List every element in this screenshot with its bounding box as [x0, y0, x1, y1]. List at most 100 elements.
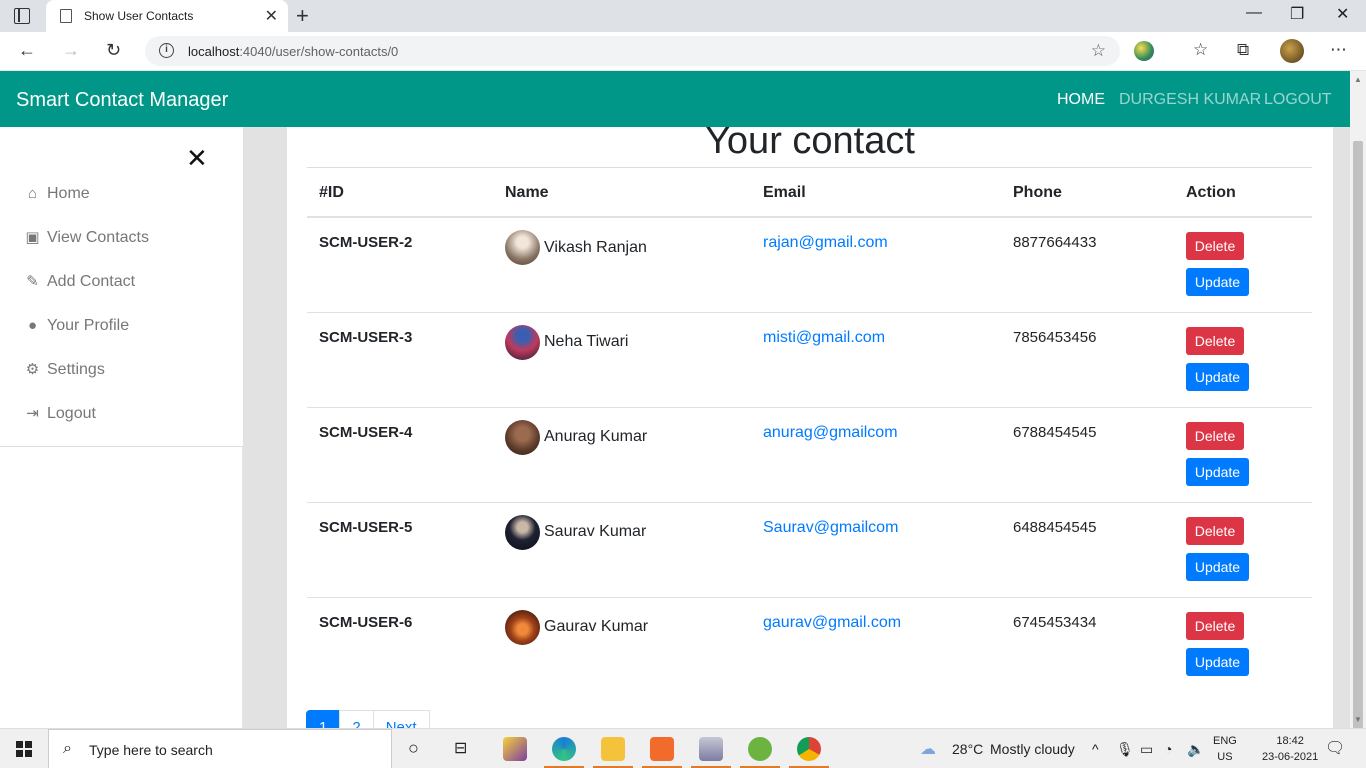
sidebar-item-settings[interactable]: ⚙ Settings: [24, 361, 105, 379]
language-indicator[interactable]: ENG US: [1213, 733, 1237, 765]
contact-email-cell: rajan@gmail.com: [751, 217, 1001, 312]
sign-out-icon: ⇥: [26, 405, 39, 422]
maximize-icon[interactable]: ❐: [1290, 4, 1304, 24]
nav-user-link[interactable]: DURGESH KUMAR: [1119, 91, 1261, 109]
add-favorite-icon[interactable]: ☆: [1091, 41, 1106, 61]
sidebar-item-add-contact[interactable]: ✎ Add Contact: [24, 273, 135, 291]
favorites-icon[interactable]: ☆: [1193, 40, 1208, 60]
battery-icon[interactable]: ▭: [1140, 741, 1153, 758]
cortana-icon[interactable]: ○: [408, 738, 419, 759]
contact-email-link[interactable]: Saurav@gmailcom: [763, 519, 898, 536]
next-page-link[interactable]: Next: [372, 710, 430, 728]
weather-temperature[interactable]: 28°C: [952, 741, 983, 757]
sidebar-item-home[interactable]: ⌂ Home: [24, 185, 90, 203]
page-1-link[interactable]: 1: [306, 710, 341, 728]
nav-home-link[interactable]: HOME: [1057, 91, 1105, 109]
sidebar-item-your-profile[interactable]: ● Your Profile: [24, 317, 129, 335]
contact-phone: 8877664433: [1013, 234, 1097, 251]
scroll-down-icon[interactable]: ▼: [1354, 715, 1362, 724]
windows-start-icon[interactable]: [16, 741, 32, 757]
contact-email-link[interactable]: anurag@gmailcom: [763, 424, 898, 441]
contact-actions: Delete Update: [1174, 217, 1312, 312]
delete-button[interactable]: Delete: [1186, 611, 1244, 640]
chrome-icon[interactable]: [797, 737, 821, 761]
delete-button[interactable]: Delete: [1186, 232, 1244, 260]
microphone-icon[interactable]: 🎙: [1116, 741, 1134, 758]
reload-icon[interactable]: ↻: [106, 40, 121, 61]
contact-actions: Delete Update: [1174, 596, 1312, 692]
taskbar-search-placeholder: Type here to search: [89, 742, 213, 758]
wifi-icon[interactable]: ◔: [1164, 741, 1172, 757]
task-view-icon[interactable]: ⊟: [454, 738, 467, 758]
update-button[interactable]: Update: [1186, 647, 1249, 676]
scroll-thumb[interactable]: [1353, 141, 1363, 736]
url-text: localhost:4040/user/show-contacts/0: [188, 44, 398, 59]
update-button[interactable]: Update: [1186, 362, 1249, 391]
update-button[interactable]: Update: [1186, 552, 1249, 581]
url-field[interactable]: i localhost:4040/user/show-contacts/0 ☆: [145, 36, 1120, 66]
minimize-icon[interactable]: —: [1246, 4, 1262, 22]
close-sidebar-icon[interactable]: ✕: [186, 145, 208, 171]
collections-icon[interactable]: ⧉: [1237, 40, 1249, 60]
brand-title[interactable]: Smart Contact Manager: [16, 89, 228, 112]
home-icon: ⌂: [27, 185, 38, 202]
contact-email-link[interactable]: misti@gmail.com: [763, 329, 885, 346]
contact-email-link[interactable]: rajan@gmail.com: [763, 234, 888, 251]
contact-name-cell: Saurav Kumar: [493, 501, 751, 597]
contact-email-cell: Saurav@gmailcom: [751, 501, 1001, 597]
update-button[interactable]: Update: [1186, 268, 1249, 296]
app-navbar: Smart Contact Manager HOME DURGESH KUMAR…: [0, 71, 1350, 127]
column-header-name: Name: [493, 168, 751, 218]
show-hidden-icons-icon[interactable]: ^: [1092, 741, 1099, 757]
contact-name-cell: Gaurav Kumar: [493, 596, 751, 692]
xampp-icon[interactable]: [650, 737, 674, 761]
contact-email-cell: misti@gmail.com: [751, 311, 1001, 407]
table-row: SCM-USER-5 Saurav Kumar Saurav@gmailcom …: [307, 501, 1312, 597]
volume-icon[interactable]: 🔈: [1187, 741, 1204, 758]
spring-tool-icon[interactable]: [748, 737, 772, 761]
profile-avatar[interactable]: [1280, 39, 1304, 63]
taskbar-search[interactable]: ⌕ Type here to search: [48, 729, 392, 768]
page-2-link[interactable]: 2: [339, 710, 374, 728]
table-row: SCM-USER-4 Anurag Kumar anurag@gmailcom …: [307, 406, 1312, 502]
update-button[interactable]: Update: [1186, 457, 1249, 486]
new-tab-icon[interactable]: +: [296, 3, 309, 29]
nav-logout-link[interactable]: LOGOUT: [1264, 91, 1332, 109]
contact-email-link[interactable]: gaurav@gmail.com: [763, 614, 901, 631]
contact-actions: Delete Update: [1174, 311, 1312, 407]
weather-description[interactable]: Mostly cloudy: [990, 741, 1075, 757]
database-icon[interactable]: [699, 737, 723, 761]
more-options-icon[interactable]: ⋯: [1330, 40, 1347, 60]
contact-phone: 6788454545: [1001, 406, 1174, 502]
info-icon[interactable]: i: [159, 43, 174, 58]
avatar: [505, 230, 540, 265]
browser-tab[interactable]: Show User Contacts ✕: [46, 0, 288, 32]
app-icon[interactable]: [503, 737, 527, 761]
contact-name: Neha Tiwari: [544, 333, 629, 350]
back-icon[interactable]: ←: [18, 40, 36, 61]
notifications-icon[interactable]: 🗨: [1325, 738, 1345, 758]
forward-icon[interactable]: →: [62, 40, 80, 61]
scroll-up-icon[interactable]: ▲: [1354, 75, 1362, 84]
cogs-icon: ⚙: [25, 361, 40, 378]
time: 18:42: [1276, 735, 1304, 747]
tab-actions-icon[interactable]: [14, 8, 30, 24]
edge-icon[interactable]: [552, 737, 576, 761]
delete-button[interactable]: Delete: [1186, 516, 1244, 545]
delete-button[interactable]: Delete: [1186, 421, 1244, 450]
extension-icon[interactable]: [1134, 41, 1154, 61]
column-header-action: Action: [1174, 168, 1312, 218]
url-path: :4040/user/show-contacts/0: [239, 44, 399, 59]
contact-id: SCM-USER-4: [307, 406, 493, 502]
contact-id: SCM-USER-2: [319, 234, 413, 251]
page-scrollbar[interactable]: ▲ ▼: [1350, 71, 1366, 736]
delete-button[interactable]: Delete: [1186, 326, 1244, 355]
sidebar-item-logout[interactable]: ⇥ Logout: [24, 405, 96, 423]
file-explorer-icon[interactable]: [601, 737, 625, 761]
region: US: [1217, 751, 1233, 763]
sidebar-item-view-contacts[interactable]: ▣ View Contacts: [24, 229, 149, 247]
close-tab-icon[interactable]: ✕: [265, 6, 278, 26]
contact-id: SCM-USER-5: [307, 501, 493, 597]
system-clock[interactable]: 18:42 23-06-2021: [1262, 733, 1318, 765]
close-window-icon[interactable]: ✕: [1336, 4, 1349, 24]
